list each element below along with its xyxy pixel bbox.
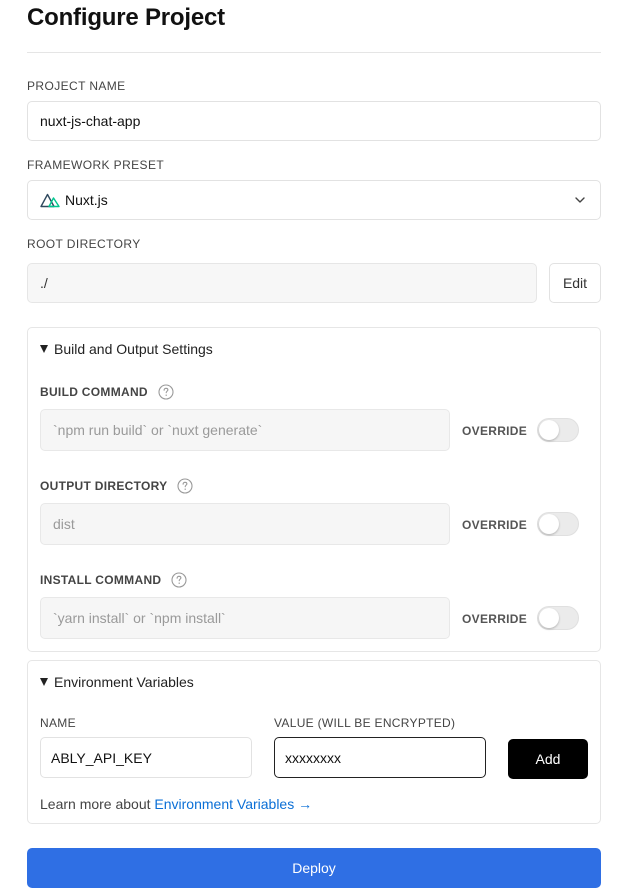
caret-down-icon: [40, 678, 48, 686]
build-command-label: BUILD COMMAND: [40, 384, 174, 400]
root-directory-label: ROOT DIRECTORY: [27, 237, 141, 251]
toggle-knob: [539, 420, 559, 440]
env-vars-docs-link[interactable]: Environment Variables →: [154, 796, 312, 812]
env-vars-panel: Environment Variables NAME VALUE (WILL B…: [27, 660, 601, 824]
build-command-placeholder: `npm run build` or `nuxt generate`: [53, 422, 263, 438]
help-circle-icon[interactable]: [171, 572, 187, 588]
build-command-override-toggle[interactable]: [537, 418, 579, 442]
output-directory-placeholder: dist: [53, 516, 75, 532]
caret-down-icon: [40, 345, 48, 353]
install-command-label-text: INSTALL COMMAND: [40, 573, 162, 587]
chevron-down-icon: [575, 197, 585, 203]
build-settings-title: Build and Output Settings: [54, 341, 213, 357]
output-directory-label-text: OUTPUT DIRECTORY: [40, 479, 168, 493]
env-name-input[interactable]: ABLY_API_KEY: [40, 737, 252, 778]
help-circle-icon[interactable]: [158, 384, 174, 400]
install-command-placeholder: `yarn install` or `npm install`: [53, 610, 226, 626]
root-directory-value: ./: [40, 275, 48, 291]
edit-root-directory-button[interactable]: Edit: [549, 263, 601, 303]
install-command-input[interactable]: `yarn install` or `npm install`: [40, 597, 450, 639]
env-name-value: ABLY_API_KEY: [51, 749, 152, 766]
install-command-override-toggle[interactable]: [537, 606, 579, 630]
root-directory-field: ./: [27, 263, 537, 303]
build-command-override-label: OVERRIDE: [462, 424, 528, 438]
output-directory-override-toggle[interactable]: [537, 512, 579, 536]
env-vars-learn-more: Learn more about Environment Variables →: [40, 796, 312, 812]
learn-more-text: Learn more about: [40, 796, 155, 812]
title-divider: [27, 52, 601, 53]
project-name-label: PROJECT NAME: [27, 79, 126, 93]
framework-preset-value: Nuxt.js: [65, 192, 108, 208]
toggle-knob: [539, 514, 559, 534]
env-value-input[interactable]: xxxxxxxx: [274, 737, 486, 778]
page-title: Configure Project: [27, 4, 225, 31]
install-command-label: INSTALL COMMAND: [40, 572, 187, 588]
build-settings-toggle[interactable]: Build and Output Settings: [40, 341, 213, 357]
deploy-button[interactable]: Deploy: [27, 848, 601, 888]
env-vars-toggle[interactable]: Environment Variables: [40, 674, 194, 690]
install-command-override-label: OVERRIDE: [462, 612, 528, 626]
project-name-value: nuxt-js-chat-app: [40, 113, 141, 129]
output-directory-override-label: OVERRIDE: [462, 518, 528, 532]
env-name-label: NAME: [40, 716, 76, 730]
output-directory-label: OUTPUT DIRECTORY: [40, 478, 194, 494]
build-settings-panel: Build and Output Settings BUILD COMMAND …: [27, 327, 601, 652]
build-command-label-text: BUILD COMMAND: [40, 385, 148, 399]
env-vars-title: Environment Variables: [54, 674, 194, 690]
nuxt-logo-icon: [40, 193, 60, 208]
output-directory-input[interactable]: dist: [40, 503, 450, 545]
toggle-knob: [539, 608, 559, 628]
env-value-value: xxxxxxxx: [285, 749, 341, 766]
framework-preset-label: FRAMEWORK PRESET: [27, 158, 165, 172]
build-command-input[interactable]: `npm run build` or `nuxt generate`: [40, 409, 450, 451]
framework-preset-select[interactable]: Nuxt.js: [27, 180, 601, 220]
project-name-input[interactable]: nuxt-js-chat-app: [27, 101, 601, 141]
help-circle-icon[interactable]: [177, 478, 194, 494]
add-env-var-button[interactable]: Add: [508, 739, 588, 779]
env-value-label: VALUE (WILL BE ENCRYPTED): [274, 716, 456, 730]
